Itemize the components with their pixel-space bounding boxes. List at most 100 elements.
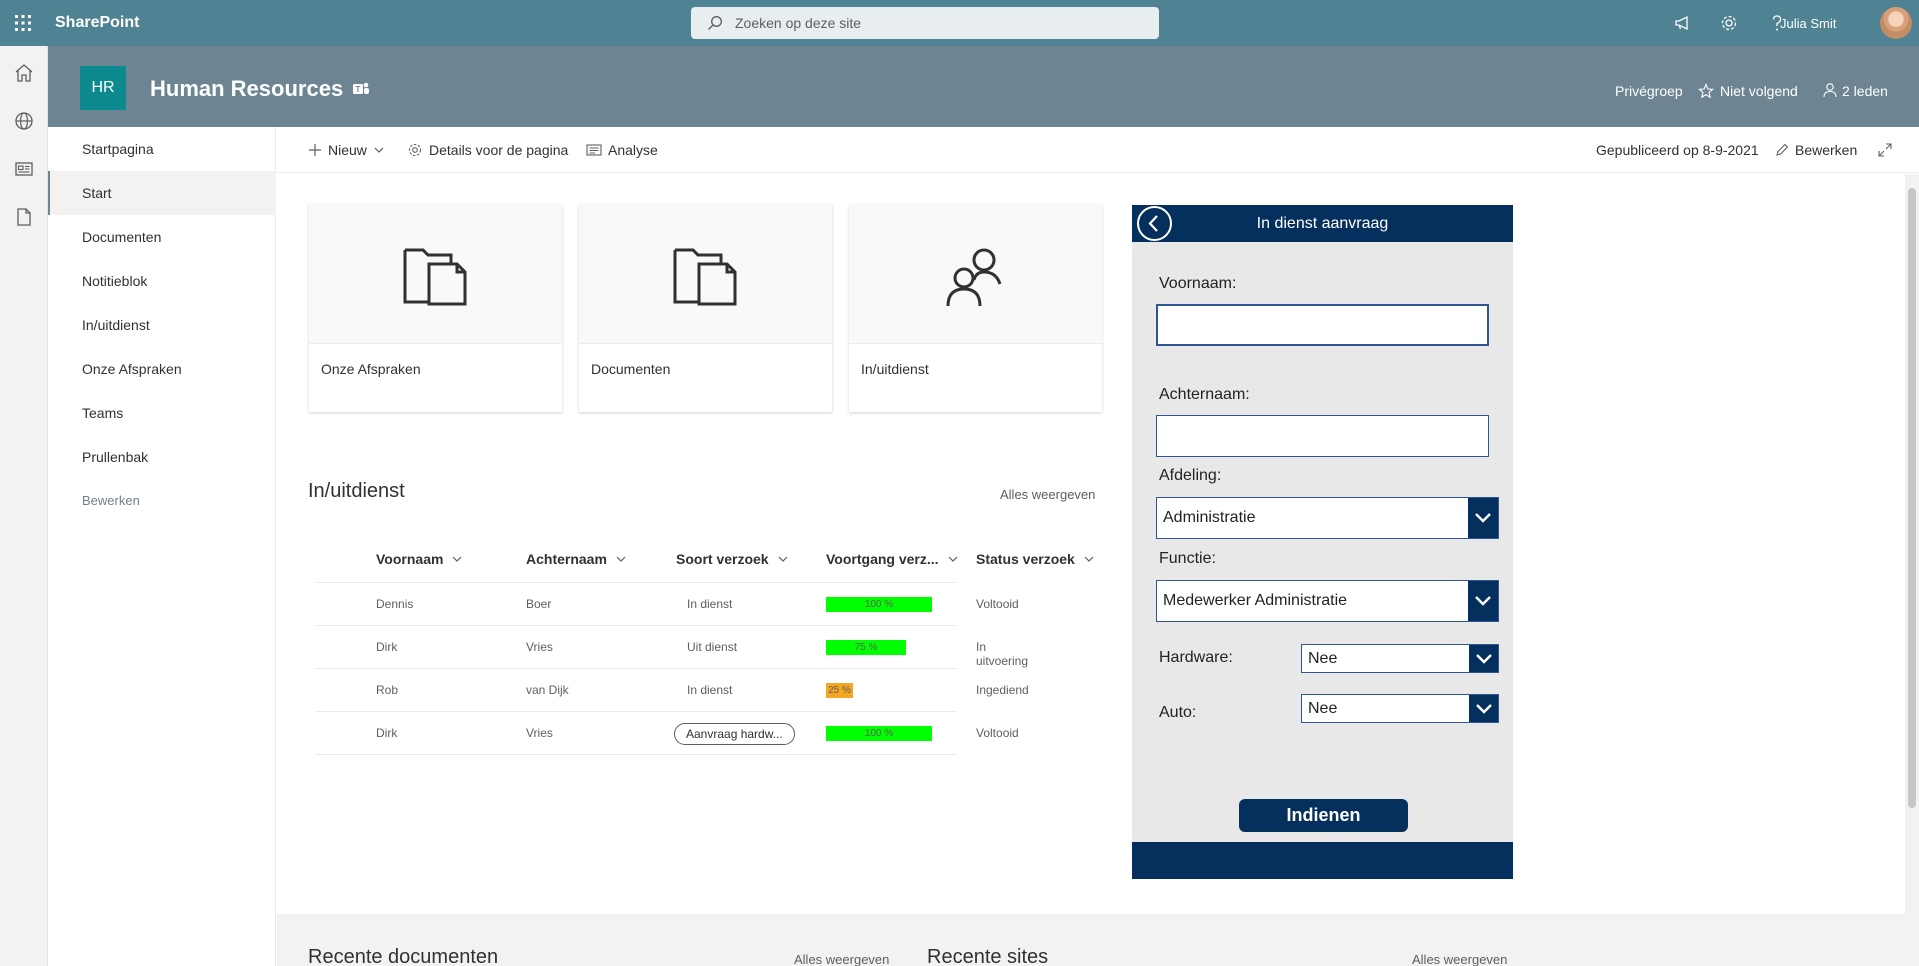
nav-item-notitieblok[interactable]: Notitieblok xyxy=(48,259,276,303)
new-button[interactable]: Nieuw xyxy=(308,142,385,158)
site-title[interactable]: Human Resources xyxy=(150,76,343,102)
chevron-down-icon xyxy=(616,556,626,562)
published-date: Gepubliceerd op 8-9-2021 xyxy=(1596,142,1759,158)
cell-soort: Uit dienst xyxy=(687,640,738,654)
site-logo[interactable]: HR xyxy=(80,66,126,110)
search-box[interactable] xyxy=(691,7,1159,39)
cell-soort: In dienst xyxy=(687,597,733,611)
progress-bar: 25 % xyxy=(826,683,853,698)
cell-soort-pill[interactable]: Aanvraag hardw... xyxy=(674,723,795,745)
afdeling-dropdown[interactable]: Administratie xyxy=(1156,497,1499,539)
column-header-soort-verzoek[interactable]: Soort verzoek xyxy=(676,551,789,567)
hardware-label: Hardware: xyxy=(1159,649,1233,666)
functie-dropdown[interactable]: Medewerker Administratie xyxy=(1156,580,1499,622)
column-header-label: Status verzoek xyxy=(976,551,1075,567)
quicklink-documenten[interactable]: Documenten xyxy=(579,204,832,412)
submit-button[interactable]: Indienen xyxy=(1239,799,1408,832)
voornaam-input[interactable] xyxy=(1156,304,1489,346)
edit-page-button[interactable]: Bewerken xyxy=(1775,142,1857,158)
teams-icon[interactable]: T xyxy=(352,80,370,98)
chevron-down-icon[interactable] xyxy=(1469,695,1498,722)
quicklink-onze-afspraken[interactable]: Onze Afspraken xyxy=(309,204,562,412)
avatar[interactable] xyxy=(1880,7,1912,39)
functie-value: Medewerker Administratie xyxy=(1163,592,1348,609)
members-button[interactable]: 2 leden xyxy=(1842,83,1888,99)
gear-icon[interactable] xyxy=(1718,12,1740,34)
quicklink-label: Onze Afspraken xyxy=(321,361,421,377)
app-name[interactable]: SharePoint xyxy=(55,14,139,32)
table-row[interactable]: Dirk Vries Aanvraag hardw... 100 % Volto… xyxy=(315,712,1019,755)
progress-bar: 100 % xyxy=(826,726,932,741)
column-header-status[interactable]: Status verzoek xyxy=(976,551,1095,567)
svg-text:T: T xyxy=(356,85,361,94)
nav-item-documenten[interactable]: Documenten xyxy=(48,215,276,259)
column-header-label: Achternaam xyxy=(526,551,607,567)
cell-achternaam: Vries xyxy=(526,640,553,654)
achternaam-label: Achternaam: xyxy=(1159,386,1250,403)
chevron-down-icon[interactable] xyxy=(1468,581,1498,621)
hardware-value: Nee xyxy=(1308,649,1338,667)
recent-documents-show-all[interactable]: Alles weergeven xyxy=(794,952,889,966)
scrollbar-thumb[interactable] xyxy=(1908,188,1916,808)
analytics-button[interactable]: Analyse xyxy=(586,142,658,158)
achternaam-input[interactable] xyxy=(1156,415,1489,457)
quicklink-in-uitdienst[interactable]: In/uitdienst xyxy=(849,204,1102,412)
quicklink-thumbnail xyxy=(579,204,832,344)
table-row[interactable]: Dirk Vries Uit dienst 75 % In uitvoering xyxy=(315,626,1028,669)
page-canvas: Onze Afspraken Documenten In/uitdienst I… xyxy=(277,174,1905,914)
column-header-voornaam[interactable]: Voornaam xyxy=(376,551,463,567)
user-name[interactable]: Julia Smit xyxy=(1780,16,1836,31)
home-icon[interactable] xyxy=(13,62,35,84)
chevron-down-icon xyxy=(948,556,957,562)
news-icon[interactable] xyxy=(13,158,35,180)
column-header-label: Voornaam xyxy=(376,551,444,567)
cell-voornaam: Dirk xyxy=(376,640,398,654)
table-row[interactable]: Dennis Boer In dienst 100 % Voltooid xyxy=(315,583,1019,626)
table-row[interactable]: Rob van Dijk In dienst 25 % Ingediend xyxy=(315,669,1029,712)
list-show-all-link[interactable]: Alles weergeven xyxy=(1000,487,1095,502)
hardware-dropdown[interactable]: Nee xyxy=(1301,644,1499,673)
power-app-form: In dienst aanvraag Voornaam: Achternaam:… xyxy=(1132,205,1513,879)
recent-sites-title: Recente sites xyxy=(927,946,1049,966)
nav-item-onze-afspraken[interactable]: Onze Afspraken xyxy=(48,347,276,391)
nav-item-start[interactable]: Start xyxy=(48,171,276,215)
afdeling-value: Administratie xyxy=(1163,509,1256,526)
recent-documents-title: Recente documenten xyxy=(308,946,499,966)
afdeling-label: Afdeling: xyxy=(1159,467,1222,484)
chevron-down-icon xyxy=(778,556,788,562)
star-icon[interactable] xyxy=(1698,83,1714,99)
auto-dropdown[interactable]: Nee xyxy=(1301,694,1499,723)
recent-sites-show-all[interactable]: Alles weergeven xyxy=(1412,952,1507,966)
cell-status: Voltooid xyxy=(976,726,1019,740)
quicklink-label: In/uitdienst xyxy=(861,361,929,377)
list-title[interactable]: In/uitdienst xyxy=(308,480,405,503)
chevron-down-icon[interactable] xyxy=(1469,645,1498,672)
form-title: In dienst aanvraag xyxy=(1256,215,1389,232)
chevron-down-icon[interactable] xyxy=(1468,498,1498,538)
file-icon[interactable] xyxy=(13,206,35,228)
auto-value: Nee xyxy=(1308,699,1338,717)
new-label: Nieuw xyxy=(328,142,367,158)
page-details-label: Details voor de pagina xyxy=(429,142,569,158)
megaphone-icon[interactable] xyxy=(1672,12,1694,34)
functie-label: Functie: xyxy=(1159,550,1216,567)
search-input[interactable] xyxy=(735,12,1135,34)
nav-item-startpagina[interactable]: Startpagina xyxy=(48,127,276,171)
nav-edit-link[interactable]: Bewerken xyxy=(48,479,276,523)
page-details-button[interactable]: Details voor de pagina xyxy=(407,142,568,158)
nav-item-in-uitdienst[interactable]: In/uitdienst xyxy=(48,303,276,347)
nav-item-teams[interactable]: Teams xyxy=(48,391,276,435)
page-scrollbar[interactable] xyxy=(1905,174,1919,966)
column-header-achternaam[interactable]: Achternaam xyxy=(526,551,627,567)
suite-bar: SharePoint Julia Smit xyxy=(0,0,1919,46)
form-header: In dienst aanvraag xyxy=(1132,205,1513,242)
nav-item-prullenbak[interactable]: Prullenbak xyxy=(48,435,276,479)
follow-button[interactable]: Niet volgend xyxy=(1720,83,1798,99)
waffle-icon[interactable] xyxy=(12,12,34,34)
globe-icon[interactable] xyxy=(13,110,35,132)
expand-icon[interactable] xyxy=(1877,142,1893,158)
analytics-label: Analyse xyxy=(608,142,658,158)
plus-icon xyxy=(309,144,321,156)
cell-status: Ingediend xyxy=(976,683,1029,697)
column-header-voortgang[interactable]: Voortgang verz... xyxy=(826,551,959,567)
